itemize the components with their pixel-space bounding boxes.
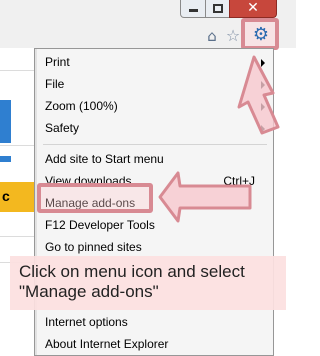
arrow-to-gear-icon xyxy=(237,55,280,135)
instruction-text: Click on menu icon and select "Manage ad… xyxy=(19,262,245,301)
arrow-to-manage-addons-icon xyxy=(158,171,252,223)
instruction-callout: Click on menu icon and select "Manage ad… xyxy=(10,256,286,310)
